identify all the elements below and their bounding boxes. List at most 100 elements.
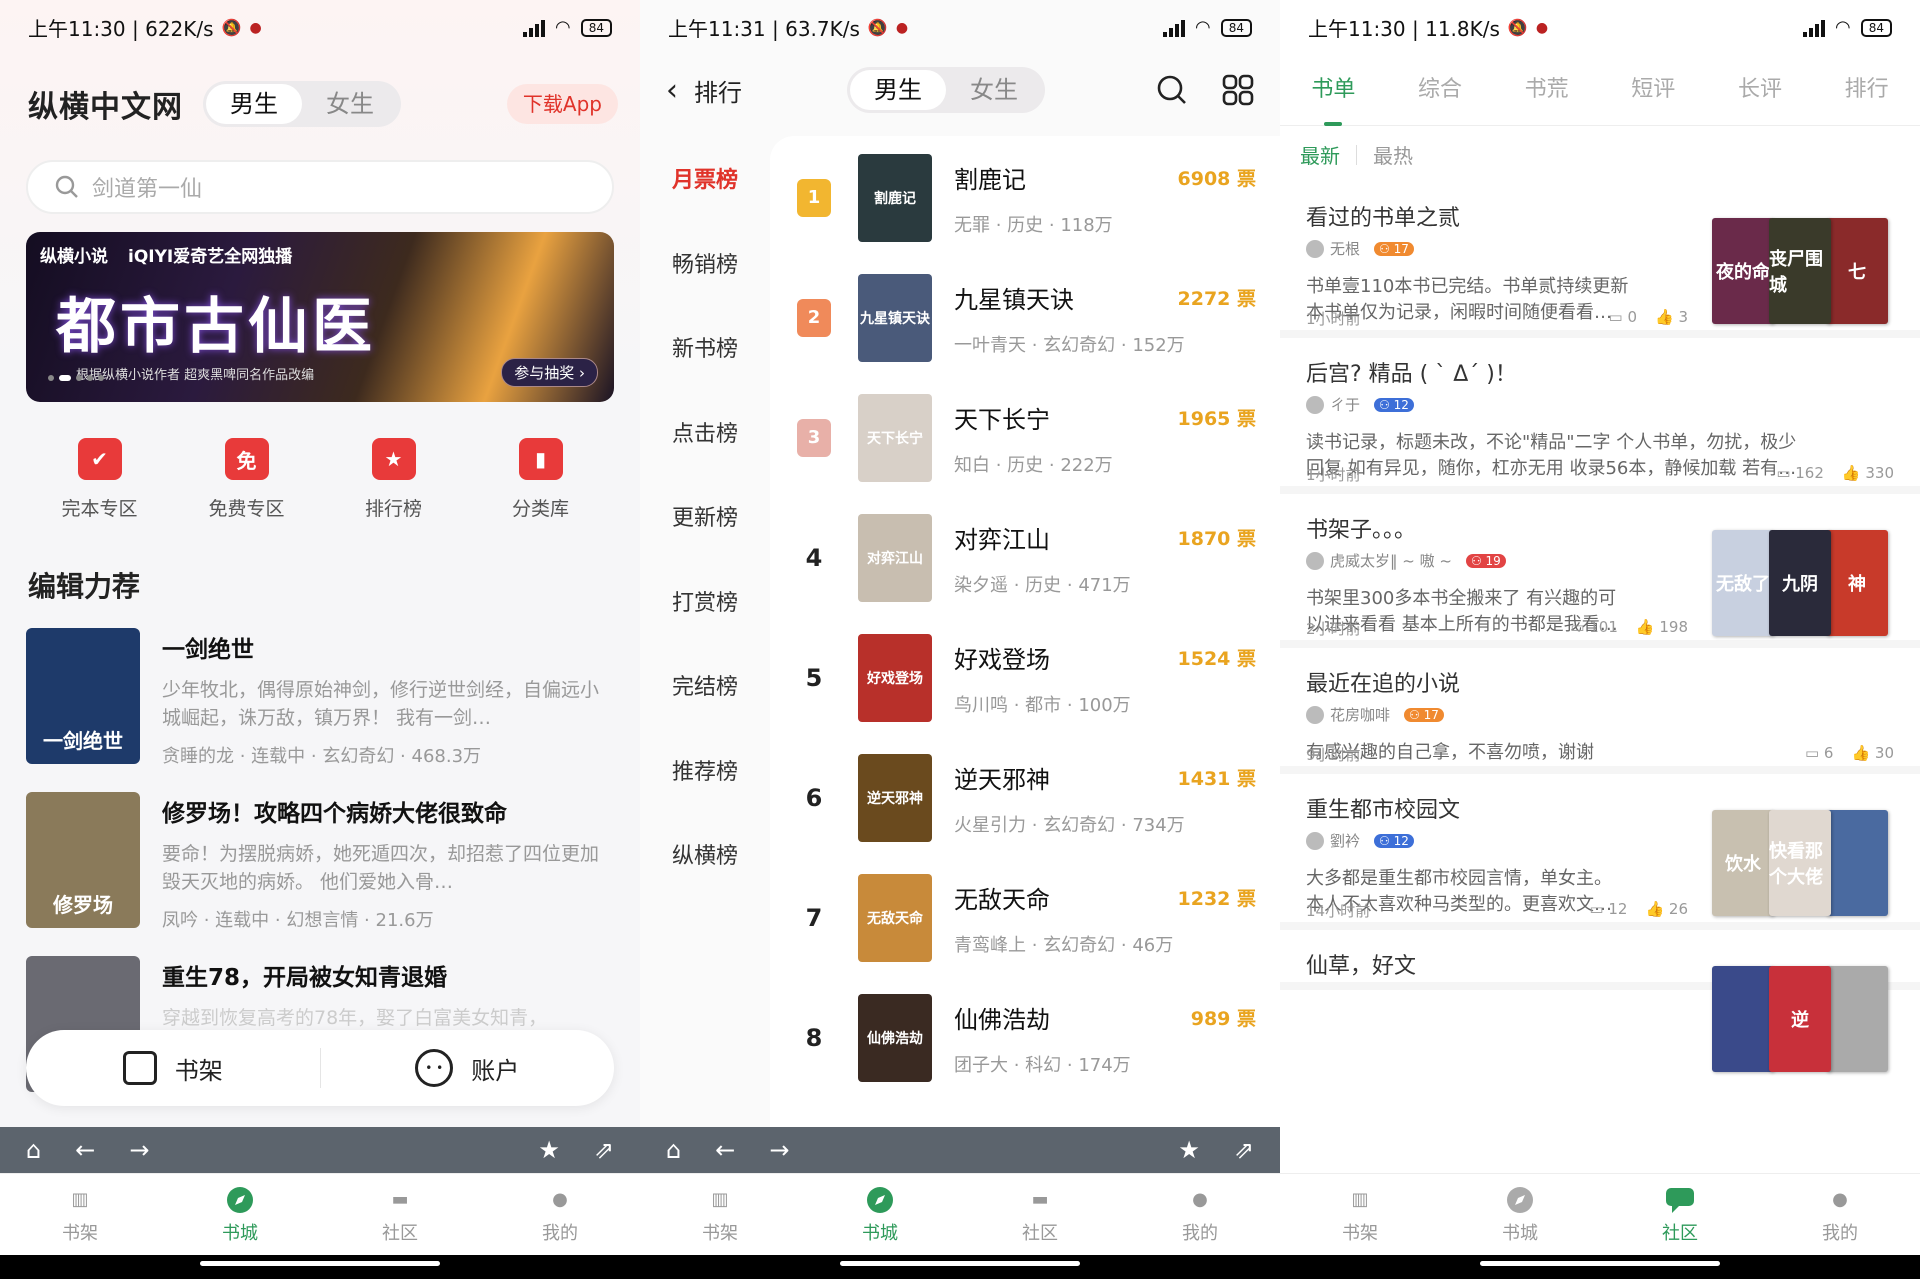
category-library[interactable]: ▮ 分类库 [481, 438, 601, 521]
ranking-row[interactable]: 2 九星镇天诀 九星镇天诀 2272 票一叶青天 · 玄幻奇幻 · 152万 [770, 258, 1280, 378]
forward-arrow-icon[interactable]: → [129, 1136, 149, 1164]
ranking-row[interactable]: 6 逆天邪神 逆天邪神 1431 票火星引力 · 玄幻奇幻 · 734万 [770, 738, 1280, 858]
sort-hottest[interactable]: 最热 [1373, 140, 1413, 169]
download-app-button[interactable]: 下载App [506, 84, 618, 124]
level-badge: ⚇ 17 [1404, 707, 1444, 722]
banner-subtitle: 根据纵横小说作者 超爽黑啤同名作品改编 [76, 368, 315, 383]
post-author: 劉衿 ⚇ 12 [1306, 830, 1414, 851]
like-count[interactable]: 👍 198 [1636, 618, 1688, 636]
comment-value: 162 [1795, 464, 1824, 482]
ranking-row[interactable]: 5 好戏登场 好戏登场 1524 票鸟川鸣 · 都市 · 100万 [770, 618, 1280, 738]
comment-value: 12 [1608, 900, 1628, 918]
back-arrow-icon[interactable]: ← [75, 1136, 95, 1164]
sidebar-item-updates[interactable]: 更新榜 [640, 474, 770, 559]
ranking-row[interactable]: 7 无敌天命 无敌天命 1232 票青鸾峰上 · 玄幻奇幻 · 46万 [770, 858, 1280, 978]
nav-bookshelf[interactable]: ▥ 书架 [0, 1174, 160, 1255]
comment-count[interactable]: ▭ 0 [1609, 308, 1638, 326]
nav-community[interactable]: 社区 [1600, 1174, 1760, 1255]
comment-count[interactable]: ▭ 162 [1776, 464, 1824, 482]
category-free[interactable]: 免免费专区 [187, 438, 307, 521]
nav-me[interactable]: ● 我的 [1120, 1174, 1280, 1255]
tab-general[interactable]: 综合 [1418, 66, 1462, 126]
like-count[interactable]: 👍 30 [1851, 744, 1894, 762]
sidebar-item-clicks[interactable]: 点击榜 [640, 390, 770, 475]
gesture-bar [0, 1255, 640, 1279]
nav-community[interactable]: ▬ 社区 [320, 1174, 480, 1255]
share-icon[interactable]: ⇗ [1234, 1136, 1254, 1164]
tab-male[interactable]: 男生 [206, 84, 302, 124]
nav-bookstore[interactable]: 书城 [160, 1174, 320, 1255]
tab-female[interactable]: 女生 [302, 84, 398, 124]
post-card[interactable]: 后宫? 精品 ( ` Δ´ )！ ㄔ于 ⚇ 12 读书记录，标题未改，不论"精品"二字… [1280, 338, 1920, 494]
post-card[interactable]: 书架子。。。 虎威太岁‖ ~ 嗷 ~ ⚇ 19 书架里300多本书全搬来了 有兴趣的可… [1280, 494, 1920, 648]
comment-count[interactable]: ▭ 6 [1805, 744, 1834, 762]
book-meta: 鸟川鸣 · 都市 · 100万 [954, 694, 1131, 716]
back-arrow-icon[interactable]: ← [715, 1136, 735, 1164]
account-button[interactable]: • • 账户 [321, 1049, 615, 1087]
booklist-covers: 无敌了 九阴神 [1712, 530, 1888, 636]
tab-long-review[interactable]: 长评 [1738, 66, 1782, 126]
rank-medal-icon: 3 [797, 419, 831, 457]
nav-bookstore[interactable]: 书城 [800, 1174, 960, 1255]
post-card[interactable]: 仙草，好文 逆 [1280, 930, 1920, 1072]
nav-community[interactable]: ▬ 社区 [960, 1174, 1120, 1255]
book-cover: 神 [1826, 530, 1888, 636]
tab-short-review[interactable]: 短评 [1631, 66, 1675, 126]
ranking-panel: 上午11:31 | 63.7K/s 🔕 ● ◠ 84 ‹ 排行 男生 女生 月票榜 … [640, 0, 1280, 1279]
category-ranking[interactable]: ★ 排行榜 [334, 438, 454, 521]
category-complete[interactable]: ✔ 完本专区 [40, 438, 160, 521]
sidebar-item-monthly[interactable]: 月票榜 [640, 136, 770, 221]
nav-label: 社区 [382, 1222, 418, 1244]
star-icon[interactable]: ★ [538, 1136, 560, 1164]
sidebar-item-new[interactable]: 新书榜 [640, 305, 770, 390]
tab-ranking[interactable]: 排行 [1845, 66, 1889, 126]
sidebar-item-recommended[interactable]: 推荐榜 [640, 728, 770, 813]
ranking-row[interactable]: 4 对弈江山 对弈江山 1870 票染夕遥 · 历史 · 471万 [770, 498, 1280, 618]
list-item[interactable]: 一剑绝世 一剑绝世 少年牧北，偶得原始神剑，修行逆世剑经，自偏远小城崛起，诛万敌… [26, 628, 616, 792]
nav-bookshelf[interactable]: ▥ 书架 [1280, 1174, 1440, 1255]
browser-toolbar: ⌂ ← → ★ ⇗ [0, 1127, 640, 1173]
tab-book-request[interactable]: 书荒 [1525, 66, 1569, 126]
banner-join-button[interactable]: 参与抽奖 › [501, 358, 598, 387]
shelf-button[interactable]: 书架 [26, 1051, 320, 1086]
tab-booklist[interactable]: 书单 [1311, 66, 1355, 126]
post-card[interactable]: 最近在追的小说 花房咖啡 ⚇ 17 有感兴趣的自己拿，不喜勿喷，谢谢 9小时前 ▭ 6 👍 … [1280, 648, 1920, 774]
ranking-row[interactable]: 1 割鹿记 割鹿记 6908 票无罪 · 历史 · 118万 [770, 138, 1280, 258]
ranking-row[interactable]: 3 天下长宁 天下长宁 1965 票知白 · 历史 · 222万 [770, 378, 1280, 498]
search-icon[interactable] [1156, 74, 1188, 106]
list-item[interactable]: 修罗场 修罗场！攻略四个病娇大佬很致命 要命！为摆脱病娇，她死遁四次，却招惹了四… [26, 792, 616, 956]
book-description: 要命！为摆脱病娇，她死遁四次，却招惹了四位更加毁天灭地的病娇。 他们爱她入骨… [162, 843, 600, 893]
nav-me[interactable]: ● 我的 [480, 1174, 640, 1255]
like-count[interactable]: 👍 3 [1655, 308, 1688, 326]
ranking-row[interactable]: 8 仙佛浩劫 仙佛浩劫 989 票团子大 · 科幻 · 174万 [770, 978, 1280, 1098]
like-count[interactable]: 👍 330 [1842, 464, 1894, 482]
promo-banner[interactable]: 纵横小说 iQIYI爱奇艺全网独播 都市古仙医 根据纵横小说作者 超爽黑啤同名作… [26, 232, 614, 402]
sidebar-item-bestseller[interactable]: 畅销榜 [640, 221, 770, 306]
post-card[interactable]: 重生都市校园文 劉衿 ⚇ 12 大多都是重生都市校园言情，单女主。 本人不太喜欢种马类型… [1280, 774, 1920, 930]
home-icon[interactable]: ⌂ [26, 1136, 41, 1164]
sort-latest[interactable]: 最新 [1300, 140, 1340, 169]
compass-icon [862, 1185, 898, 1215]
share-icon[interactable]: ⇗ [594, 1136, 614, 1164]
post-title: 仙草，好文 [1306, 954, 1417, 979]
nav-bookshelf[interactable]: ▥ 书架 [640, 1174, 800, 1255]
book-cover: 九阴 [1769, 530, 1831, 636]
sidebar-item-tips[interactable]: 打赏榜 [640, 559, 770, 644]
sidebar-item-completed[interactable]: 完结榜 [640, 643, 770, 728]
nav-bookstore[interactable]: 书城 [1440, 1174, 1600, 1255]
like-count[interactable]: 👍 26 [1645, 900, 1688, 918]
tab-male[interactable]: 男生 [850, 70, 946, 110]
comment-count[interactable]: ▭ 101 [1570, 618, 1618, 636]
nav-me[interactable]: ● 我的 [1760, 1174, 1920, 1255]
forward-arrow-icon[interactable]: → [769, 1136, 789, 1164]
bookshelf-icon [122, 1051, 157, 1085]
tab-female[interactable]: 女生 [946, 70, 1042, 110]
comment-count[interactable]: ▭ 12 [1589, 900, 1627, 918]
back-icon[interactable]: ‹ [666, 73, 678, 108]
grid-icon[interactable] [1222, 74, 1254, 106]
star-icon[interactable]: ★ [1178, 1136, 1200, 1164]
sidebar-item-zongheng[interactable]: 纵横榜 [640, 812, 770, 897]
home-icon[interactable]: ⌂ [666, 1136, 681, 1164]
search-input[interactable]: 剑道第一仙 [26, 160, 614, 214]
post-card[interactable]: 看过的书单之贰 无根 ⚇ 17 书单壹110本书已完结。书单贰持续更新 本书单仅为记录，… [1280, 182, 1920, 338]
